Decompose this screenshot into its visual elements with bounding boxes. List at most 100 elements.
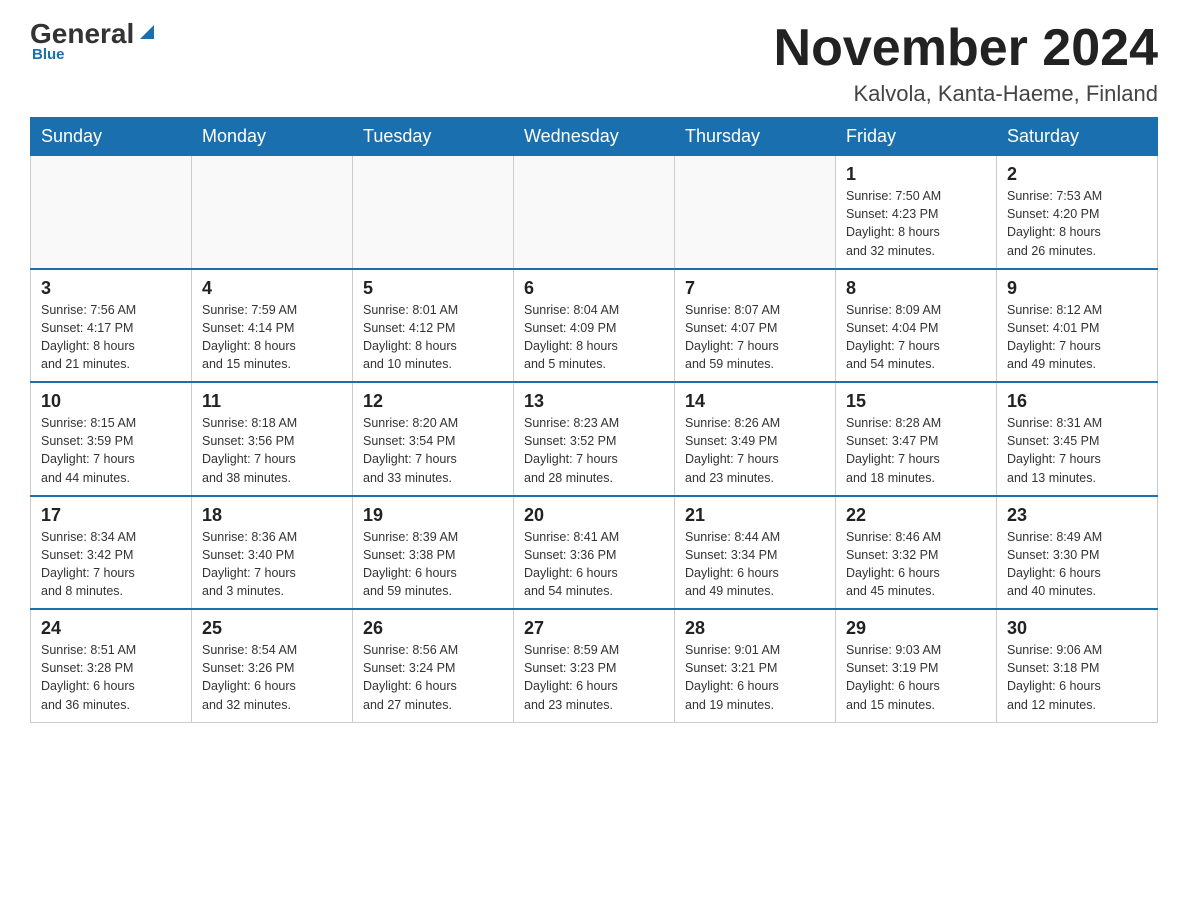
- calendar-subtitle: Kalvola, Kanta-Haeme, Finland: [774, 81, 1158, 107]
- calendar-cell: 22Sunrise: 8:46 AM Sunset: 3:32 PM Dayli…: [836, 496, 997, 610]
- day-number: 23: [1007, 505, 1147, 526]
- day-info: Sunrise: 8:20 AM Sunset: 3:54 PM Dayligh…: [363, 414, 503, 487]
- day-number: 20: [524, 505, 664, 526]
- calendar-cell: 4Sunrise: 7:59 AM Sunset: 4:14 PM Daylig…: [192, 269, 353, 383]
- calendar-cell: 14Sunrise: 8:26 AM Sunset: 3:49 PM Dayli…: [675, 382, 836, 496]
- day-info: Sunrise: 8:41 AM Sunset: 3:36 PM Dayligh…: [524, 528, 664, 601]
- day-info: Sunrise: 8:44 AM Sunset: 3:34 PM Dayligh…: [685, 528, 825, 601]
- day-number: 3: [41, 278, 181, 299]
- day-info: Sunrise: 9:01 AM Sunset: 3:21 PM Dayligh…: [685, 641, 825, 714]
- day-number: 2: [1007, 164, 1147, 185]
- day-number: 5: [363, 278, 503, 299]
- day-info: Sunrise: 8:36 AM Sunset: 3:40 PM Dayligh…: [202, 528, 342, 601]
- day-info: Sunrise: 8:26 AM Sunset: 3:49 PM Dayligh…: [685, 414, 825, 487]
- calendar-cell: 9Sunrise: 8:12 AM Sunset: 4:01 PM Daylig…: [997, 269, 1158, 383]
- day-number: 13: [524, 391, 664, 412]
- day-number: 9: [1007, 278, 1147, 299]
- calendar-cell: 30Sunrise: 9:06 AM Sunset: 3:18 PM Dayli…: [997, 609, 1158, 722]
- logo: General Blue: [30, 20, 158, 63]
- weekday-header-friday: Friday: [836, 118, 997, 156]
- day-info: Sunrise: 8:56 AM Sunset: 3:24 PM Dayligh…: [363, 641, 503, 714]
- calendar-cell: [353, 156, 514, 269]
- day-number: 18: [202, 505, 342, 526]
- calendar-cell: 10Sunrise: 8:15 AM Sunset: 3:59 PM Dayli…: [31, 382, 192, 496]
- day-info: Sunrise: 7:56 AM Sunset: 4:17 PM Dayligh…: [41, 301, 181, 374]
- logo-text-general: General: [30, 20, 134, 48]
- day-info: Sunrise: 8:18 AM Sunset: 3:56 PM Dayligh…: [202, 414, 342, 487]
- weekday-header-row: SundayMondayTuesdayWednesdayThursdayFrid…: [31, 118, 1158, 156]
- calendar-cell: 1Sunrise: 7:50 AM Sunset: 4:23 PM Daylig…: [836, 156, 997, 269]
- calendar-cell: 24Sunrise: 8:51 AM Sunset: 3:28 PM Dayli…: [31, 609, 192, 722]
- day-info: Sunrise: 8:07 AM Sunset: 4:07 PM Dayligh…: [685, 301, 825, 374]
- calendar-cell: 23Sunrise: 8:49 AM Sunset: 3:30 PM Dayli…: [997, 496, 1158, 610]
- day-info: Sunrise: 8:49 AM Sunset: 3:30 PM Dayligh…: [1007, 528, 1147, 601]
- day-info: Sunrise: 8:28 AM Sunset: 3:47 PM Dayligh…: [846, 414, 986, 487]
- day-number: 26: [363, 618, 503, 639]
- day-number: 14: [685, 391, 825, 412]
- calendar-cell: 2Sunrise: 7:53 AM Sunset: 4:20 PM Daylig…: [997, 156, 1158, 269]
- calendar-cell: 28Sunrise: 9:01 AM Sunset: 3:21 PM Dayli…: [675, 609, 836, 722]
- day-number: 25: [202, 618, 342, 639]
- calendar-cell: 11Sunrise: 8:18 AM Sunset: 3:56 PM Dayli…: [192, 382, 353, 496]
- day-number: 11: [202, 391, 342, 412]
- day-info: Sunrise: 7:50 AM Sunset: 4:23 PM Dayligh…: [846, 187, 986, 260]
- day-number: 29: [846, 618, 986, 639]
- calendar-cell: 25Sunrise: 8:54 AM Sunset: 3:26 PM Dayli…: [192, 609, 353, 722]
- weekday-header-wednesday: Wednesday: [514, 118, 675, 156]
- week-row-1: 1Sunrise: 7:50 AM Sunset: 4:23 PM Daylig…: [31, 156, 1158, 269]
- day-info: Sunrise: 8:54 AM Sunset: 3:26 PM Dayligh…: [202, 641, 342, 714]
- day-info: Sunrise: 7:59 AM Sunset: 4:14 PM Dayligh…: [202, 301, 342, 374]
- day-number: 27: [524, 618, 664, 639]
- calendar-cell: [514, 156, 675, 269]
- logo-text-blue: Blue: [30, 46, 65, 63]
- calendar-title: November 2024: [774, 20, 1158, 77]
- week-row-2: 3Sunrise: 7:56 AM Sunset: 4:17 PM Daylig…: [31, 269, 1158, 383]
- day-number: 21: [685, 505, 825, 526]
- day-number: 19: [363, 505, 503, 526]
- day-info: Sunrise: 8:31 AM Sunset: 3:45 PM Dayligh…: [1007, 414, 1147, 487]
- day-info: Sunrise: 8:39 AM Sunset: 3:38 PM Dayligh…: [363, 528, 503, 601]
- day-number: 24: [41, 618, 181, 639]
- day-info: Sunrise: 8:23 AM Sunset: 3:52 PM Dayligh…: [524, 414, 664, 487]
- day-number: 8: [846, 278, 986, 299]
- weekday-header-tuesday: Tuesday: [353, 118, 514, 156]
- day-number: 28: [685, 618, 825, 639]
- day-number: 15: [846, 391, 986, 412]
- day-info: Sunrise: 7:53 AM Sunset: 4:20 PM Dayligh…: [1007, 187, 1147, 260]
- day-info: Sunrise: 8:15 AM Sunset: 3:59 PM Dayligh…: [41, 414, 181, 487]
- day-info: Sunrise: 8:01 AM Sunset: 4:12 PM Dayligh…: [363, 301, 503, 374]
- day-number: 7: [685, 278, 825, 299]
- day-number: 12: [363, 391, 503, 412]
- day-info: Sunrise: 8:04 AM Sunset: 4:09 PM Dayligh…: [524, 301, 664, 374]
- weekday-header-sunday: Sunday: [31, 118, 192, 156]
- calendar-cell: 5Sunrise: 8:01 AM Sunset: 4:12 PM Daylig…: [353, 269, 514, 383]
- day-number: 10: [41, 391, 181, 412]
- day-number: 17: [41, 505, 181, 526]
- calendar-cell: 7Sunrise: 8:07 AM Sunset: 4:07 PM Daylig…: [675, 269, 836, 383]
- week-row-4: 17Sunrise: 8:34 AM Sunset: 3:42 PM Dayli…: [31, 496, 1158, 610]
- day-info: Sunrise: 8:46 AM Sunset: 3:32 PM Dayligh…: [846, 528, 986, 601]
- calendar-cell: 13Sunrise: 8:23 AM Sunset: 3:52 PM Dayli…: [514, 382, 675, 496]
- calendar-cell: 17Sunrise: 8:34 AM Sunset: 3:42 PM Dayli…: [31, 496, 192, 610]
- day-info: Sunrise: 8:34 AM Sunset: 3:42 PM Dayligh…: [41, 528, 181, 601]
- calendar-cell: [192, 156, 353, 269]
- logo-icon: [136, 21, 158, 43]
- calendar-cell: 12Sunrise: 8:20 AM Sunset: 3:54 PM Dayli…: [353, 382, 514, 496]
- calendar-cell: [675, 156, 836, 269]
- weekday-header-saturday: Saturday: [997, 118, 1158, 156]
- weekday-header-thursday: Thursday: [675, 118, 836, 156]
- title-area: November 2024 Kalvola, Kanta-Haeme, Finl…: [774, 20, 1158, 107]
- day-info: Sunrise: 8:12 AM Sunset: 4:01 PM Dayligh…: [1007, 301, 1147, 374]
- week-row-3: 10Sunrise: 8:15 AM Sunset: 3:59 PM Dayli…: [31, 382, 1158, 496]
- day-info: Sunrise: 9:06 AM Sunset: 3:18 PM Dayligh…: [1007, 641, 1147, 714]
- calendar-cell: 21Sunrise: 8:44 AM Sunset: 3:34 PM Dayli…: [675, 496, 836, 610]
- calendar-cell: 8Sunrise: 8:09 AM Sunset: 4:04 PM Daylig…: [836, 269, 997, 383]
- calendar-cell: 3Sunrise: 7:56 AM Sunset: 4:17 PM Daylig…: [31, 269, 192, 383]
- calendar-cell: [31, 156, 192, 269]
- calendar-cell: 16Sunrise: 8:31 AM Sunset: 3:45 PM Dayli…: [997, 382, 1158, 496]
- page-header: General Blue November 2024 Kalvola, Kant…: [30, 20, 1158, 107]
- day-info: Sunrise: 8:51 AM Sunset: 3:28 PM Dayligh…: [41, 641, 181, 714]
- calendar-cell: 26Sunrise: 8:56 AM Sunset: 3:24 PM Dayli…: [353, 609, 514, 722]
- day-info: Sunrise: 9:03 AM Sunset: 3:19 PM Dayligh…: [846, 641, 986, 714]
- calendar-table: SundayMondayTuesdayWednesdayThursdayFrid…: [30, 117, 1158, 723]
